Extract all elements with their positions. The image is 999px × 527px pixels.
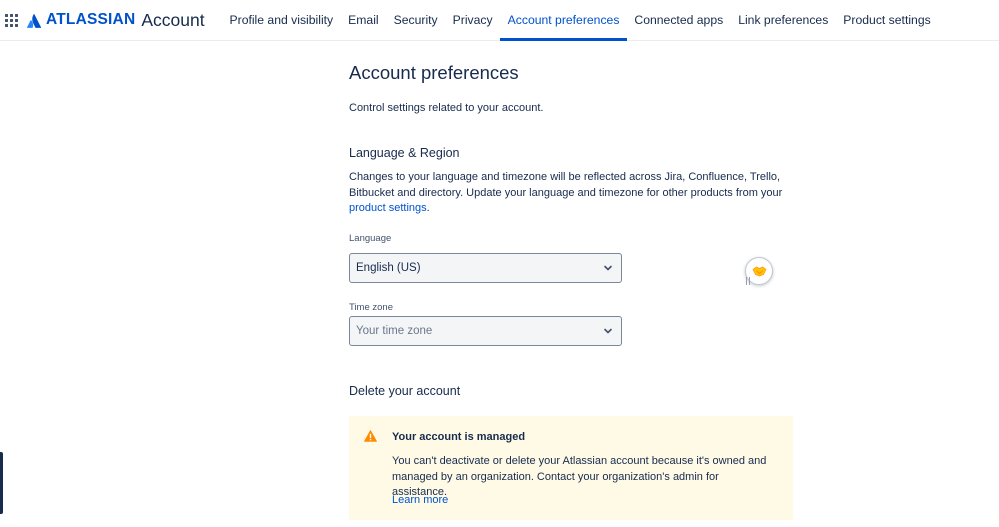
side-panel-edge[interactable]: [0, 452, 3, 514]
account-tabs: Profile and visibility Email Security Pr…: [222, 0, 938, 41]
managed-account-warning: Your account is managed You can't deacti…: [349, 416, 793, 520]
handshake-icon: [752, 266, 767, 277]
learn-more-link[interactable]: Learn more: [392, 494, 448, 506]
tab-privacy[interactable]: Privacy: [445, 0, 500, 41]
time-zone-label: Time zone: [349, 302, 393, 313]
page-title: Account preferences: [349, 62, 519, 83]
chevron-down-icon: [604, 328, 612, 334]
language-select-value: English (US): [356, 262, 421, 274]
tab-security[interactable]: Security: [386, 0, 445, 41]
tab-account-preferences[interactable]: Account preferences: [500, 0, 627, 41]
app-switcher-grid-icon[interactable]: [5, 14, 18, 27]
widget-drag-handle[interactable]: [746, 277, 750, 285]
warning-body: You can't deactivate or delete your Atla…: [392, 455, 767, 498]
language-select[interactable]: English (US): [349, 253, 622, 283]
language-region-description: Changes to your language and timezone wi…: [349, 170, 789, 217]
time-zone-placeholder: Your time zone: [356, 325, 433, 337]
logo-brand-text: ATLASSIAN: [46, 11, 136, 28]
delete-account-heading: Delete your account: [349, 384, 461, 398]
top-navigation-bar: ATLASSIAN Account Profile and visibility…: [0, 0, 999, 41]
tab-profile-and-visibility[interactable]: Profile and visibility: [222, 0, 341, 41]
tab-product-settings[interactable]: Product settings: [836, 0, 938, 41]
warning-icon: [364, 430, 377, 442]
tab-connected-apps[interactable]: Connected apps: [627, 0, 731, 41]
product-settings-link[interactable]: product settings: [349, 202, 427, 214]
logo-product-text: Account: [141, 9, 205, 30]
page-description: Control settings related to your account…: [349, 102, 544, 114]
tab-email[interactable]: Email: [341, 0, 386, 41]
warning-title: Your account is managed: [392, 431, 526, 443]
language-region-description-text: Changes to your language and timezone wi…: [349, 171, 783, 199]
time-zone-select[interactable]: Your time zone: [349, 316, 622, 346]
description-period: .: [426, 202, 430, 214]
chevron-down-icon: [604, 265, 612, 271]
language-region-heading: Language & Region: [349, 146, 460, 160]
tab-link-preferences[interactable]: Link preferences: [731, 0, 836, 41]
atlassian-account-logo[interactable]: ATLASSIAN Account: [27, 9, 205, 31]
language-label: Language: [349, 233, 392, 244]
atlassian-logo-icon: [27, 13, 41, 28]
